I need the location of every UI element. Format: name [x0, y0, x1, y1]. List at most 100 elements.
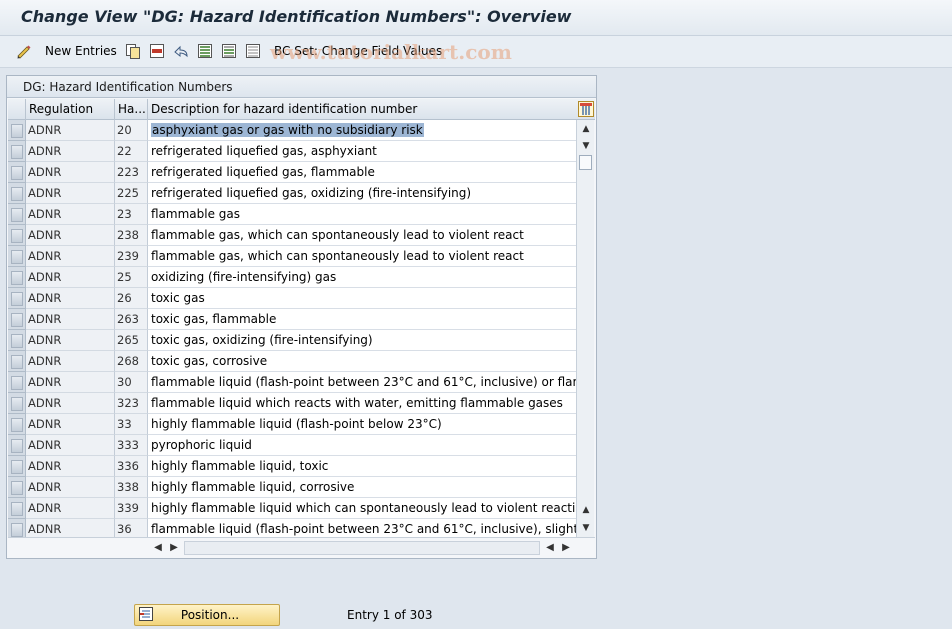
row-selector[interactable]: [8, 414, 26, 435]
row-selector[interactable]: [8, 393, 26, 414]
description-cell[interactable]: flammable gas, which can spontaneously l…: [148, 225, 576, 246]
table-row[interactable]: ADNR 263 toxic gas, flammable: [8, 309, 595, 330]
column-settings-icon[interactable]: [578, 101, 594, 117]
description-text: highly flammable liquid, toxic: [151, 459, 329, 473]
hazard-number-cell: 238: [115, 225, 148, 246]
regulation-cell: ADNR: [26, 162, 115, 183]
description-cell[interactable]: highly flammable liquid which can sponta…: [148, 498, 576, 519]
description-cell[interactable]: highly flammable liquid, corrosive: [148, 477, 576, 498]
select-block-button[interactable]: [221, 41, 237, 61]
scroll-right-icon[interactable]: ▶: [168, 541, 180, 555]
table-row[interactable]: ADNR 268 toxic gas, corrosive: [8, 351, 595, 372]
table-row[interactable]: ADNR 333 pyrophoric liquid: [8, 435, 595, 456]
scroll-up-icon[interactable]: ▲: [580, 123, 592, 135]
new-entries-label: New Entries: [45, 44, 117, 58]
scroll-thumb[interactable]: [579, 155, 592, 170]
row-selector[interactable]: [8, 288, 26, 309]
row-selector[interactable]: [8, 120, 26, 141]
table-row[interactable]: ADNR 338 highly flammable liquid, corrosiv…: [8, 477, 595, 498]
description-text: toxic gas: [151, 291, 205, 305]
column-header-hazard[interactable]: Ha...: [115, 99, 148, 120]
undo-button[interactable]: [173, 41, 189, 61]
table-row[interactable]: ADNR 336 highly flammable liquid, toxic: [8, 456, 595, 477]
row-selector[interactable]: [8, 204, 26, 225]
description-cell[interactable]: refrigerated liquefied gas, oxidizing (f…: [148, 183, 576, 204]
row-selector[interactable]: [8, 183, 26, 204]
description-cell[interactable]: highly flammable liquid (flash-point bel…: [148, 414, 576, 435]
hazard-number-cell: 225: [115, 183, 148, 204]
row-selector[interactable]: [8, 246, 26, 267]
toolbar: New Entries BC Set: Change Field Values …: [0, 36, 952, 68]
column-header-regulation[interactable]: Regulation: [26, 99, 115, 120]
scroll-down-icon[interactable]: ▼: [580, 140, 592, 152]
description-cell[interactable]: toxic gas, corrosive: [148, 351, 576, 372]
horizontal-scroll-track[interactable]: [184, 541, 540, 555]
row-selector[interactable]: [8, 477, 26, 498]
horizontal-scrollbar[interactable]: ◀ ▶ ◀ ▶: [8, 537, 595, 557]
description-cell[interactable]: refrigerated liquefied gas, flammable: [148, 162, 576, 183]
description-cell[interactable]: asphyxiant gas or gas with no subsidiary…: [148, 120, 576, 141]
scroll-right-end-icon[interactable]: ▶: [560, 541, 572, 555]
table-row[interactable]: ADNR 23 flammable gas: [8, 204, 595, 225]
row-selector[interactable]: [8, 372, 26, 393]
table-row[interactable]: ADNR 25 oxidizing (fire-intensifying) gas: [8, 267, 595, 288]
scroll-left-icon[interactable]: ◀: [152, 541, 164, 555]
row-selector[interactable]: [8, 330, 26, 351]
row-selector[interactable]: [8, 435, 26, 456]
description-cell[interactable]: toxic gas, flammable: [148, 309, 576, 330]
table-row[interactable]: ADNR 33 highly flammable liquid (flash-poi…: [8, 414, 595, 435]
description-text: flammable liquid which reacts with water…: [151, 396, 563, 410]
edit-toggle-button[interactable]: [16, 41, 32, 61]
table-row[interactable]: ADNR 239 flammable gas, which can spontane…: [8, 246, 595, 267]
table-row[interactable]: ADNR 223 refrigerated liquefied gas, flamm…: [8, 162, 595, 183]
regulation-cell: ADNR: [26, 330, 115, 351]
description-cell[interactable]: highly flammable liquid, toxic: [148, 456, 576, 477]
table-row[interactable]: ADNR 225 refrigerated liquefied gas, oxidi…: [8, 183, 595, 204]
row-selector[interactable]: [8, 456, 26, 477]
select-all-button[interactable]: [197, 41, 213, 61]
column-header-description[interactable]: Description for hazard identification nu…: [148, 99, 595, 120]
description-cell[interactable]: flammable liquid (flash-point between 23…: [148, 372, 576, 393]
table-row[interactable]: ADNR 339 highly flammable liquid which can…: [8, 498, 595, 519]
delete-button[interactable]: [149, 41, 165, 61]
description-cell[interactable]: flammable gas: [148, 204, 576, 225]
description-cell[interactable]: flammable liquid which reacts with water…: [148, 393, 576, 414]
scroll-page-down-icon[interactable]: ▼: [580, 522, 592, 534]
description-text: refrigerated liquefied gas, asphyxiant: [151, 144, 377, 158]
description-cell[interactable]: flammable gas, which can spontaneously l…: [148, 246, 576, 267]
row-selector[interactable]: [8, 498, 26, 519]
description-cell[interactable]: oxidizing (fire-intensifying) gas: [148, 267, 576, 288]
table-row[interactable]: ADNR 30 flammable liquid (flash-point betw…: [8, 372, 595, 393]
vertical-scrollbar[interactable]: ▲ ▼ ▲ ▼: [576, 120, 594, 538]
row-selector[interactable]: [8, 309, 26, 330]
description-cell[interactable]: refrigerated liquefied gas, asphyxiant: [148, 141, 576, 162]
panel-title: DG: Hazard Identification Numbers: [7, 76, 596, 98]
deselect-all-button[interactable]: [245, 41, 261, 61]
table-row[interactable]: ADNR 238 flammable gas, which can spontane…: [8, 225, 595, 246]
hazard-number-cell: 20: [115, 120, 148, 141]
select-all-header[interactable]: [8, 99, 26, 120]
undo-icon: [173, 43, 189, 59]
row-selector[interactable]: [8, 141, 26, 162]
row-selector[interactable]: [8, 162, 26, 183]
scroll-page-up-icon[interactable]: ▲: [580, 504, 592, 516]
description-text: refrigerated liquefied gas, flammable: [151, 165, 375, 179]
table-row[interactable]: ADNR 265 toxic gas, oxidizing (fire-intens…: [8, 330, 595, 351]
table-row[interactable]: ADNR 20 asphyxiant gas or gas with no subs…: [8, 120, 595, 141]
description-cell[interactable]: pyrophoric liquid: [148, 435, 576, 456]
description-cell[interactable]: toxic gas: [148, 288, 576, 309]
regulation-cell: ADNR: [26, 267, 115, 288]
description-cell[interactable]: toxic gas, oxidizing (fire-intensifying): [148, 330, 576, 351]
scroll-left-end-icon[interactable]: ◀: [544, 541, 556, 555]
table-row[interactable]: ADNR 323 flammable liquid which reacts wit…: [8, 393, 595, 414]
position-button[interactable]: Position...: [134, 604, 280, 626]
row-selector[interactable]: [8, 351, 26, 372]
hazard-number-cell: 25: [115, 267, 148, 288]
copy-button[interactable]: [125, 41, 141, 61]
regulation-cell: ADNR: [26, 456, 115, 477]
table-row[interactable]: ADNR 22 refrigerated liquefied gas, asphyx…: [8, 141, 595, 162]
new-entries-button[interactable]: New Entries: [45, 41, 117, 61]
table-row[interactable]: ADNR 26 toxic gas: [8, 288, 595, 309]
row-selector[interactable]: [8, 267, 26, 288]
row-selector[interactable]: [8, 225, 26, 246]
